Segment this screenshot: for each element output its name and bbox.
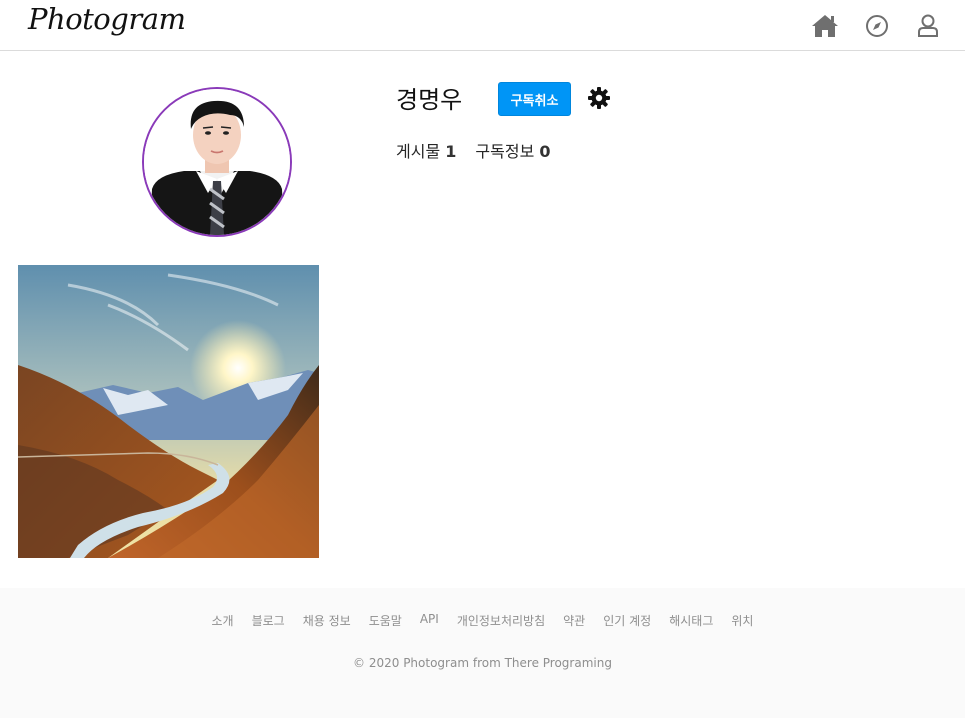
footer-link-about[interactable]: 소개 xyxy=(212,612,234,629)
compass-icon[interactable] xyxy=(862,11,892,41)
footer-link-popular-accounts[interactable]: 인기 계정 xyxy=(603,612,651,629)
footer-link-jobs[interactable]: 채용 정보 xyxy=(303,612,351,629)
footer-link-api[interactable]: API xyxy=(420,612,439,629)
post-thumbnail[interactable] xyxy=(18,265,319,558)
home-icon[interactable] xyxy=(810,11,840,41)
profile-avatar[interactable] xyxy=(142,87,292,237)
posts-label: 게시물 xyxy=(396,142,441,161)
profile-username: 경명우 xyxy=(396,86,463,114)
top-navbar: Photogram xyxy=(0,0,965,51)
gear-icon[interactable] xyxy=(587,86,611,110)
footer-links: 소개 블로그 채용 정보 도움말 API 개인정보처리방침 약관 인기 계정 해… xyxy=(0,612,965,629)
footer-link-privacy[interactable]: 개인정보처리방침 xyxy=(457,612,545,629)
unsubscribe-button[interactable]: 구독취소 xyxy=(498,82,571,116)
profile-stats: 게시물 1 구독정보 0 xyxy=(396,138,551,162)
copyright-text: © 2020 Photogram from There Programing xyxy=(353,656,612,670)
subscribe-label: 구독정보 xyxy=(475,142,535,161)
subscribe-stat[interactable]: 구독정보 0 xyxy=(475,138,550,162)
footer-link-locations[interactable]: 위치 xyxy=(731,612,753,629)
footer-link-hashtags[interactable]: 해시태그 xyxy=(669,612,713,629)
footer-link-terms[interactable]: 약관 xyxy=(563,612,585,629)
footer-link-help[interactable]: 도움말 xyxy=(369,612,402,629)
footer-link-blog[interactable]: 블로그 xyxy=(252,612,285,629)
subscribe-count: 0 xyxy=(539,142,551,161)
footer: 소개 블로그 채용 정보 도움말 API 개인정보처리방침 약관 인기 계정 해… xyxy=(0,588,965,718)
posts-count: 1 xyxy=(445,142,457,161)
posts-stat[interactable]: 게시물 1 xyxy=(396,138,456,162)
user-icon[interactable] xyxy=(913,11,943,41)
logo[interactable]: Photogram xyxy=(28,2,186,36)
